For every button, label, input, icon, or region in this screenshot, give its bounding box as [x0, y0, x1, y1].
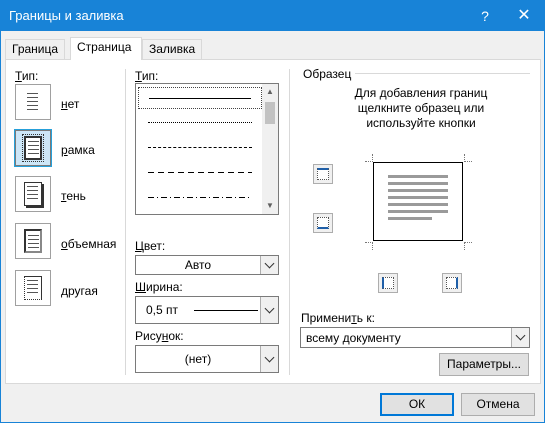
preset-none-label[interactable]: нет: [61, 97, 79, 111]
style-label: Тип:: [135, 69, 159, 83]
width-label: Ширина:: [135, 280, 183, 294]
options-button[interactable]: Параметры...: [439, 353, 529, 376]
close-button[interactable]: ✕: [509, 4, 539, 28]
preview-hint: Для добавления границ щелкните образец и…: [354, 86, 488, 130]
corner-mark: [464, 154, 472, 162]
cancel-button[interactable]: Отмена: [461, 393, 535, 416]
border-right-icon: [446, 277, 458, 289]
title-bar: Границы и заливка ? ✕: [1, 1, 544, 31]
corner-mark: [464, 242, 472, 250]
preview-area[interactable]: [373, 162, 463, 241]
color-label: Цвет:: [135, 239, 166, 253]
tab-borders[interactable]: Граница: [5, 39, 66, 59]
color-value: Авто: [184, 258, 212, 272]
chevron-down-icon[interactable]: [260, 346, 278, 372]
corner-mark: [365, 242, 373, 250]
preset-shadow-button[interactable]: [15, 176, 51, 212]
preset-box-button[interactable]: [14, 129, 52, 167]
preset-none-button[interactable]: [15, 84, 51, 120]
color-dropdown[interactable]: Авто: [135, 255, 279, 275]
help-button[interactable]: ?: [471, 5, 499, 27]
art-value: (нет): [184, 352, 212, 366]
shadow-border-icon: [24, 182, 42, 206]
left-border-button[interactable]: [378, 273, 398, 293]
preset-3d-button[interactable]: [15, 223, 51, 259]
tab-shading[interactable]: Заливка: [142, 39, 203, 59]
border-top-icon: [317, 168, 329, 180]
apply-to-value: всему документу: [306, 330, 401, 345]
box-border-icon: [22, 134, 44, 162]
apply-to-label: Применить к:: [301, 311, 375, 325]
chevron-down-icon[interactable]: [511, 328, 529, 347]
preset-3d-label[interactable]: объемная: [61, 237, 116, 251]
chevron-down-icon[interactable]: [260, 297, 278, 323]
scroll-down-icon[interactable]: ▼: [262, 198, 278, 214]
corner-mark: [365, 154, 373, 162]
preset-custom-label[interactable]: другая: [61, 284, 98, 298]
separator: [125, 69, 126, 375]
border-left-icon: [382, 277, 394, 289]
3d-border-icon: [24, 229, 42, 253]
right-border-button[interactable]: [442, 273, 462, 293]
preset-shadow-label[interactable]: тень: [61, 189, 86, 203]
no-border-icon: [24, 90, 42, 114]
preset-box-label[interactable]: рамка: [61, 143, 95, 157]
tab-page-border[interactable]: Страница: [70, 37, 142, 60]
width-dropdown[interactable]: 0,5 пт: [135, 296, 279, 324]
line-style-dotted[interactable]: [138, 112, 262, 134]
custom-border-icon: [24, 276, 42, 300]
preset-custom-button[interactable]: [15, 270, 51, 306]
scroll-up-icon[interactable]: ▲: [262, 84, 278, 100]
separator: [289, 69, 290, 375]
line-style-dashed-small[interactable]: [138, 137, 262, 159]
border-bottom-icon: [317, 217, 329, 229]
dialog-title: Границы и заливка: [9, 8, 124, 23]
ok-button[interactable]: ОК: [380, 393, 454, 416]
setting-label: Тип:: [15, 69, 39, 83]
bottom-border-button[interactable]: [313, 213, 333, 233]
width-sample-line: [194, 310, 258, 311]
borders-and-shading-dialog: Границы и заливка ? ✕ Граница Страница З…: [0, 0, 545, 423]
line-style-dashed-large[interactable]: [138, 162, 262, 184]
line-style-scrollbar[interactable]: ▲ ▼: [262, 84, 278, 214]
art-label: Рисунок:: [135, 329, 184, 343]
preview-group-line: [355, 73, 530, 74]
art-dropdown[interactable]: (нет): [135, 345, 279, 373]
chevron-down-icon[interactable]: [260, 256, 278, 274]
scroll-thumb[interactable]: [265, 102, 275, 124]
preview-label: Образец: [303, 67, 352, 81]
top-border-button[interactable]: [313, 164, 333, 184]
apply-to-dropdown[interactable]: всему документу: [300, 327, 530, 348]
line-style-list[interactable]: ▲ ▼: [135, 83, 279, 215]
width-value: 0,5 пт: [146, 303, 179, 317]
line-style-dash-dot[interactable]: [138, 187, 262, 209]
line-style-solid[interactable]: [138, 87, 262, 109]
